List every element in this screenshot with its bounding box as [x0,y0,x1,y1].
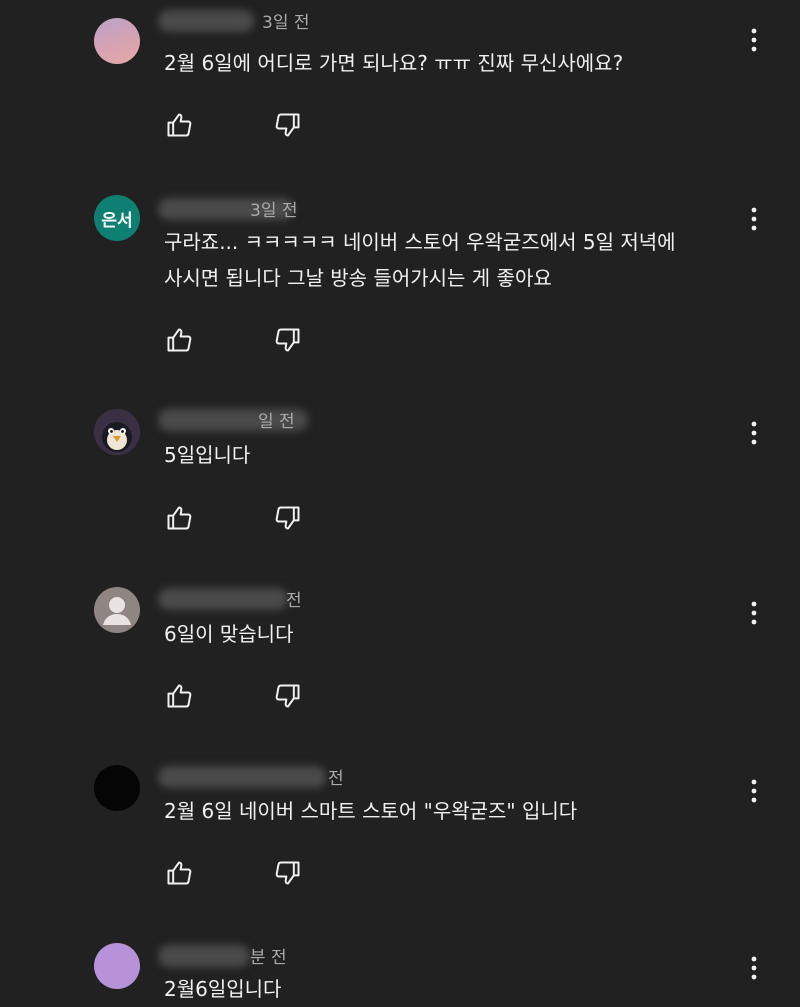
comment: 분 전 2월6일입니다 [0,923,800,1006]
thumbs-down-icon [275,506,300,530]
comment-meta: 분 전 [158,943,334,969]
thumbs-up-icon [167,328,192,352]
comment-time: 전 [286,591,302,611]
blurred-username [158,766,326,788]
more-vertical-icon [751,207,757,231]
comment-text: 구라죠... ㅋㅋㅋㅋㅋ 네이버 스토어 우왁굳즈에서 5일 저녁에 사시면 됩… [164,230,676,290]
thumbs-up-icon [167,506,192,530]
comment: 3일 전 2월 6일에 어디로 가면 되나요? ㅠㅠ 진짜 무신사에요? [0,0,800,180]
comment-text: 2월 6일에 어디로 가면 되나요? ㅠㅠ 진짜 무신사에요? [164,51,624,75]
blurred-username [158,945,250,967]
more-vertical-icon [751,601,757,625]
comment-meta: 3일 전 [158,8,334,34]
dislike-button[interactable] [273,858,303,888]
more-options-button[interactable] [742,953,766,983]
thumbs-up-icon [167,861,192,885]
like-button[interactable] [164,681,194,711]
comment-text: 2월 6일 네이버 스마트 스토어 "우왁굳즈" 입니다 [164,799,578,823]
avatar-initials: 은서 [101,210,133,231]
comment-time: 전 [328,769,344,789]
avatar[interactable] [94,943,140,989]
blurred-username [158,588,288,610]
more-vertical-icon [751,28,757,52]
comment-meta: 전 [158,764,344,790]
like-button[interactable] [164,858,194,888]
comment: 일 전 5일입니다 [0,385,800,565]
avatar[interactable] [94,765,140,811]
like-button[interactable] [164,325,194,355]
like-button[interactable] [164,110,194,140]
more-vertical-icon [751,421,757,445]
comment-text: 2월6일입니다 [164,977,282,1001]
avatar[interactable] [94,18,140,64]
comment-time: 분 전 [250,948,287,968]
more-options-button[interactable] [742,204,766,234]
dislike-button[interactable] [273,681,303,711]
more-options-button[interactable] [742,776,766,806]
comment: 은서 3일 전 구라죠... ㅋㅋㅋㅋㅋ 네이버 스토어 우왁굳즈에서 5일 저… [0,180,800,385]
comment-text: 5일입니다 [164,443,251,467]
penguin-avatar-image [94,409,140,455]
more-options-button[interactable] [742,598,766,628]
comment: 전 6일이 맞습니다 [0,565,800,743]
dislike-button[interactable] [273,503,303,533]
more-vertical-icon [751,779,757,803]
comment-meta: 일 전 [158,407,334,433]
thumbs-down-icon [275,328,300,352]
comment-meta: 3일 전 [158,196,334,222]
thumbs-down-icon [275,113,300,137]
blurred-username [158,10,254,32]
thumbs-down-icon [275,861,300,885]
comment-text: 6일이 맞습니다 [164,622,294,646]
more-options-button[interactable] [742,25,766,55]
default-person-icon [103,597,131,625]
comment-time: 일 전 [258,412,295,432]
like-button[interactable] [164,503,194,533]
comment-time: 3일 전 [262,13,310,33]
avatar[interactable] [94,409,140,455]
thumbs-down-icon [275,684,300,708]
avatar[interactable]: 은서 [94,195,140,241]
comment-meta: 전 [158,586,334,612]
thumbs-up-icon [167,113,192,137]
dislike-button[interactable] [273,110,303,140]
comment: 전 2월 6일 네이버 스마트 스토어 "우왁굳즈" 입니다 [0,743,800,923]
thumbs-up-icon [167,684,192,708]
more-options-button[interactable] [742,418,766,448]
avatar[interactable] [94,587,140,633]
dislike-button[interactable] [273,325,303,355]
more-vertical-icon [751,956,757,980]
comment-time: 3일 전 [250,201,298,221]
